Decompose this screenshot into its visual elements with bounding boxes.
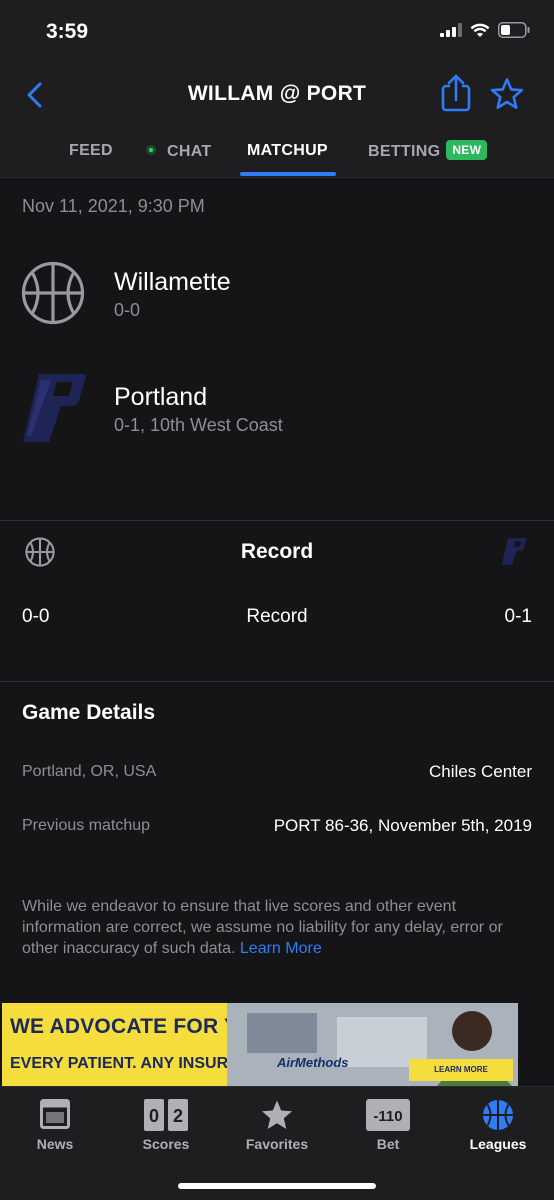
scores-digit-left: 0 xyxy=(149,1106,159,1126)
tab-chat[interactable]: CHAT xyxy=(144,142,211,161)
home-team-record: 0-1, 10th West Coast xyxy=(114,415,283,435)
star-icon xyxy=(262,1100,292,1129)
nav-leagues-label: Leagues xyxy=(469,1136,527,1152)
previous-matchup-value: PORT 86-36, November 5th, 2019 xyxy=(273,816,532,835)
status-time: 3:59 xyxy=(46,20,89,43)
home-indicator xyxy=(178,1183,376,1189)
learn-more-link[interactable]: Learn More xyxy=(240,940,322,957)
bet-icon: -110 xyxy=(366,1099,410,1131)
home-team-name: Portland xyxy=(114,383,208,411)
scores-digit-right: 2 xyxy=(173,1106,183,1126)
new-badge: NEW xyxy=(446,140,488,160)
bottom-nav: News 0 2 Scores Favorites -110 Bet Leagu… xyxy=(0,1086,554,1200)
tab-feed[interactable]: FEED xyxy=(69,142,113,160)
tab-betting-label: BETTING xyxy=(368,143,441,160)
bet-odds: -110 xyxy=(373,1108,402,1125)
ad-learn-more-button[interactable]: LEARN MORE xyxy=(409,1059,513,1081)
nav-bar: WILLAM @ PORT FEED CHAT MATCHUP BETTING N… xyxy=(0,62,554,178)
away-team-name: Willamette xyxy=(114,268,231,296)
nav-scores-label: Scores xyxy=(142,1136,190,1152)
home-record-value: 0-1 xyxy=(504,606,532,627)
nav-bet-label: Bet xyxy=(376,1136,400,1152)
share-button[interactable] xyxy=(440,74,472,112)
ad-brand-logo: AirMethods xyxy=(277,1055,349,1070)
game-date: Nov 11, 2021, 9:30 PM xyxy=(22,196,205,216)
chat-live-dot-icon xyxy=(144,143,158,157)
away-team-record: 0-0 xyxy=(114,300,141,320)
previous-matchup-label: Previous matchup xyxy=(22,817,151,834)
tab-matchup[interactable]: MATCHUP xyxy=(247,142,328,160)
nav-news[interactable]: News xyxy=(0,1087,110,1157)
ad-banner[interactable]: WE ADVOCATE FOR YOU. EVERY PATIENT. ANY … xyxy=(2,1003,518,1086)
scores-icon: 0 2 xyxy=(144,1099,188,1131)
portland-pilots-logo xyxy=(23,374,86,442)
record-label: Record xyxy=(246,606,308,627)
tab-feed-label: FEED xyxy=(69,142,113,159)
basketball-icon xyxy=(21,261,85,325)
tab-chat-label: CHAT xyxy=(167,143,212,160)
battery-icon xyxy=(498,22,530,38)
active-tab-indicator xyxy=(240,172,336,176)
tab-betting[interactable]: BETTING NEW xyxy=(368,140,488,162)
nav-scores[interactable]: 0 2 Scores xyxy=(111,1087,221,1157)
favorite-star-button[interactable] xyxy=(490,77,524,111)
tab-bar: FEED CHAT MATCHUP BETTING NEW xyxy=(0,138,554,178)
venue-name: Chiles Center xyxy=(429,762,532,781)
tab-matchup-label: MATCHUP xyxy=(247,142,328,159)
venue-location-label: Portland, OR, USA xyxy=(22,763,157,780)
divider xyxy=(0,520,554,521)
status-icons xyxy=(440,22,530,38)
status-bar: 3:59 xyxy=(0,0,554,62)
nav-favorites-label: Favorites xyxy=(245,1136,309,1152)
nav-bet[interactable]: -110 Bet xyxy=(333,1087,443,1157)
nav-news-label: News xyxy=(36,1136,74,1152)
signal-icon xyxy=(440,23,462,37)
portland-pilots-logo xyxy=(501,538,527,565)
disclaimer: While we endeavor to ensure that live sc… xyxy=(22,896,532,959)
game-details-title: Game Details xyxy=(22,701,156,724)
wifi-icon xyxy=(470,23,490,37)
news-icon xyxy=(40,1099,70,1129)
record-title: Record xyxy=(240,540,314,563)
divider xyxy=(0,681,554,682)
nav-favorites[interactable]: Favorites xyxy=(222,1087,332,1157)
nav-leagues[interactable]: Leagues xyxy=(443,1087,553,1157)
basketball-icon xyxy=(483,1100,513,1130)
